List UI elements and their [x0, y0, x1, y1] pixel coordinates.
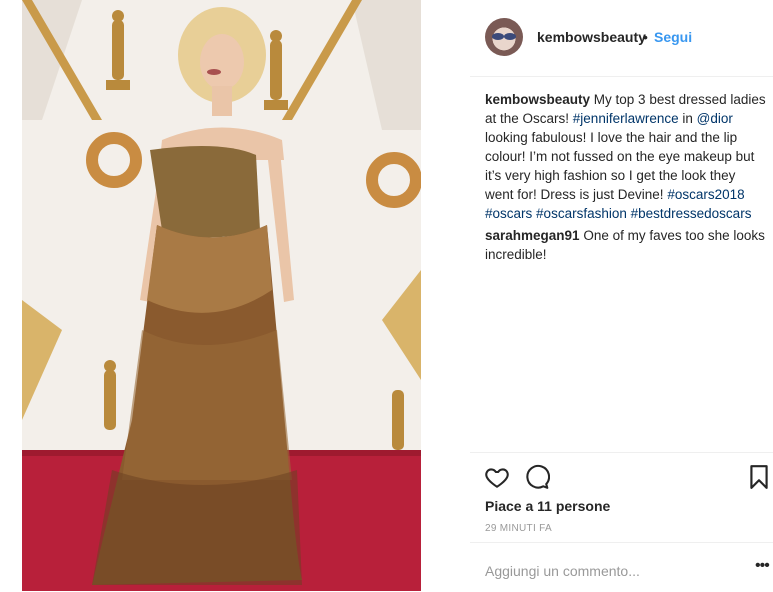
post-actions: Piace a 11 persone 29 MINUTI FA	[470, 452, 773, 543]
mention-link[interactable]: @dior	[697, 111, 733, 126]
caption: kembowsbeauty My top 3 best dressed ladi…	[485, 90, 767, 223]
more-options-icon[interactable]: •••	[755, 557, 770, 575]
caption-text-2: in	[678, 111, 697, 126]
comment-icon[interactable]	[524, 464, 551, 490]
caption-username[interactable]: kembowsbeauty	[485, 92, 590, 107]
comment-username[interactable]: sarahmegan91	[485, 228, 580, 243]
hashtag-link[interactable]: #bestdressedoscars	[631, 206, 752, 221]
author-username[interactable]: kembowsbeauty	[537, 29, 646, 45]
photo-illustration	[22, 0, 421, 591]
avatar-eye-icon	[492, 33, 504, 40]
bookmark-icon[interactable]	[748, 464, 773, 490]
follow-button[interactable]: Segui	[654, 29, 692, 45]
hashtag-link[interactable]: #oscars2018	[667, 187, 744, 202]
post-timestamp[interactable]: 29 MINUTI FA	[485, 523, 552, 534]
comment-input[interactable]	[485, 561, 735, 581]
hashtag-link[interactable]: #oscars	[485, 206, 532, 221]
likes-count[interactable]: Piace a 11 persone	[485, 498, 610, 514]
hashtag-link[interactable]: #jenniferlawrence	[573, 111, 679, 126]
hashtag-link[interactable]: #oscarsfashion	[536, 206, 627, 221]
avatar-eye-icon	[504, 33, 516, 40]
comment-item: sarahmegan91 One of my faves too she loo…	[485, 226, 767, 264]
add-comment-area: •••	[470, 542, 773, 592]
post-side-panel: kembowsbeauty • Segui kembowsbeauty My t…	[470, 0, 773, 591]
header-separator: •	[643, 29, 648, 45]
post-photo[interactable]	[22, 0, 421, 591]
author-avatar[interactable]	[485, 18, 523, 56]
post-header: kembowsbeauty • Segui	[470, 0, 773, 77]
comments-list: kembowsbeauty My top 3 best dressed ladi…	[485, 90, 767, 267]
heart-icon[interactable]	[484, 464, 510, 490]
